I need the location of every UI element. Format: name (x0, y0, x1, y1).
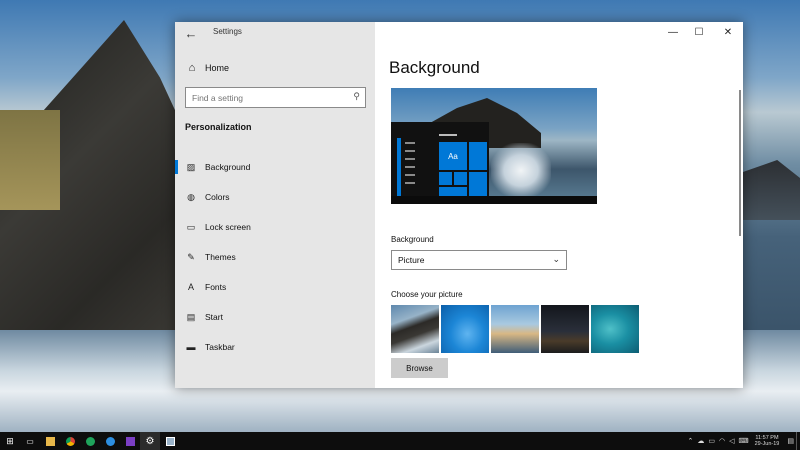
file-explorer-button[interactable] (40, 432, 60, 450)
wallpaper-rocks (743, 160, 800, 220)
sidebar-item-colors[interactable]: ◍ Colors (175, 182, 375, 212)
minimize-button[interactable]: — (664, 26, 682, 40)
chrome-button[interactable] (60, 432, 80, 450)
home-label: Home (205, 63, 230, 73)
settings-taskbar-button[interactable]: ⚙ (140, 432, 160, 450)
photos-icon (165, 436, 175, 446)
visual-studio-button[interactable] (120, 432, 140, 450)
search-icon[interactable]: ⚲ (353, 91, 360, 102)
home-icon: ⌂ (188, 62, 196, 74)
maximize-button[interactable]: ☐ (690, 26, 708, 40)
windows-logo-icon: ⊞ (6, 435, 14, 446)
preview-tile-aa: Aa (439, 142, 467, 170)
system-tray: ⌃ ☁ ▭ ◠ ◁ ⌨ 11:57 PM 29-Jun-19 ▤ (685, 432, 800, 450)
personalization-nav: ▨ Background ◍ Colors ▭ Lock screen ✎ Th… (175, 152, 375, 362)
home-nav-item[interactable]: ⌂ Home (185, 60, 229, 76)
preview-menu-line (405, 182, 415, 184)
preview-menu-line (405, 174, 415, 176)
sidebar-item-label: Themes (205, 252, 236, 262)
picture-thumbnail-underwater[interactable] (591, 305, 639, 353)
sidebar-item-label: Background (205, 162, 251, 172)
scrollbar[interactable] (739, 90, 741, 236)
picture-choices (391, 305, 639, 353)
palette-icon: ◍ (187, 191, 195, 202)
settings-window: ← Settings ⌂ Home ⚲ Personalization ▨ Ba… (175, 22, 743, 388)
wifi-icon[interactable]: ◠ (719, 437, 725, 445)
start-icon: ▤ (186, 311, 196, 322)
background-label: Background (391, 235, 434, 244)
taskbar-icon: ▬ (186, 342, 196, 352)
clock-date: 29-Jun-19 (754, 441, 780, 447)
keyboard-icon[interactable]: ⌨ (738, 437, 748, 445)
task-view-icon: ▭ (26, 436, 34, 446)
sidebar-item-label: Start (205, 312, 223, 322)
picture-thumbnail-night-sky[interactable] (541, 305, 589, 353)
gear-icon: ⚙ (145, 435, 155, 447)
picture-thumbnail-coast[interactable] (391, 305, 439, 353)
chrome-icon (65, 436, 75, 446)
sidebar-item-label: Taskbar (205, 342, 235, 352)
wallpaper-cliff-face (0, 110, 60, 210)
lock-screen-icon: ▭ (186, 221, 196, 232)
preview-start-menu: Aa (391, 122, 489, 204)
close-button[interactable]: ✕ (719, 26, 737, 40)
page-title: Background (389, 58, 480, 77)
edge-icon (85, 436, 95, 446)
task-view-button[interactable]: ▭ (20, 432, 40, 450)
settings-content: — ☐ ✕ Background Aa Background Picture ⌄… (375, 22, 743, 388)
edge-button[interactable] (80, 432, 100, 450)
sidebar-item-background[interactable]: ▨ Background (175, 152, 375, 182)
notifications-icon[interactable]: ▤ (787, 437, 794, 445)
sidebar-item-label: Colors (205, 192, 230, 202)
internet-explorer-icon (105, 436, 115, 446)
themes-icon: ✎ (187, 251, 195, 262)
sidebar-item-taskbar[interactable]: ▬ Taskbar (175, 332, 375, 362)
sidebar-item-label: Fonts (205, 282, 227, 292)
onedrive-icon[interactable]: ☁ (697, 437, 704, 445)
background-dropdown[interactable]: Picture ⌄ (391, 250, 567, 270)
fonts-icon: A (187, 282, 194, 292)
preview-app-list (397, 138, 401, 198)
sidebar-item-label: Lock screen (205, 222, 251, 232)
volume-icon[interactable]: ◁ (729, 437, 734, 445)
preview-menu-line (405, 150, 415, 152)
picture-thumbnail-beach[interactable] (491, 305, 539, 353)
chevron-down-icon: ⌄ (552, 254, 560, 264)
choose-picture-label: Choose your picture (391, 290, 463, 299)
background-dropdown-value: Picture (398, 255, 425, 265)
preview-wave (491, 143, 551, 198)
preview-tile (469, 142, 487, 170)
picture-thumbnail-windows-blue[interactable] (441, 305, 489, 353)
show-desktop-button[interactable] (796, 432, 800, 450)
preview-tile (454, 172, 467, 185)
settings-sidebar: ← Settings ⌂ Home ⚲ Personalization ▨ Ba… (175, 22, 375, 388)
battery-icon[interactable]: ▭ (708, 437, 715, 445)
preview-menu-line (405, 166, 415, 168)
chevron-up-icon[interactable]: ⌃ (687, 437, 693, 445)
background-preview: Aa (391, 88, 597, 204)
taskbar: ⊞ ▭ ⚙ ⌃ ☁ ▭ ◠ ◁ ⌨ 11:57 PM 29-Jun-19 ▤ (0, 432, 800, 450)
back-arrow-icon[interactable]: ← (183, 26, 199, 42)
preview-menu-line (405, 158, 415, 160)
preview-tile-header (439, 134, 457, 136)
ie-button[interactable] (100, 432, 120, 450)
preview-tile (439, 172, 452, 185)
preview-taskbar (391, 196, 597, 204)
search-input[interactable] (186, 88, 336, 108)
picture-icon: ▨ (186, 161, 196, 172)
sidebar-item-themes[interactable]: ✎ Themes (175, 242, 375, 272)
search-box: ⚲ (185, 87, 366, 108)
visual-studio-icon (125, 436, 135, 446)
app-title: Settings (213, 27, 242, 36)
sidebar-item-lock-screen[interactable]: ▭ Lock screen (175, 212, 375, 242)
clock[interactable]: 11:57 PM 29-Jun-19 (755, 435, 780, 448)
photos-button[interactable] (160, 432, 180, 450)
preview-menu-line (405, 142, 415, 144)
sidebar-item-fonts[interactable]: A Fonts (175, 272, 375, 302)
sidebar-item-start[interactable]: ▤ Start (175, 302, 375, 332)
section-title: Personalization (185, 122, 252, 132)
browse-button[interactable]: Browse (391, 358, 448, 378)
start-button[interactable]: ⊞ (0, 432, 20, 450)
folder-icon (45, 436, 55, 446)
